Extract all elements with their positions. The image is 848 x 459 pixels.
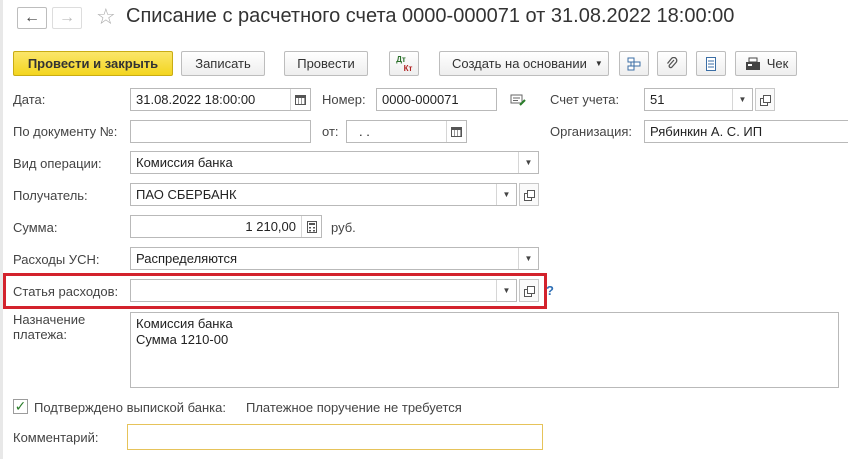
number-edit-icon[interactable] <box>510 93 526 107</box>
comment-label: Комментарий: <box>13 430 99 445</box>
purpose-textarea[interactable]: Комиссия банка Сумма 1210-00 <box>130 312 839 388</box>
from-date-picker-button[interactable] <box>446 121 466 142</box>
calendar-icon <box>451 126 462 137</box>
date-label: Дата: <box>13 92 46 107</box>
amount-value: 1 210,00 <box>245 219 296 234</box>
account-label: Счет учета: <box>550 92 620 107</box>
purpose-label-line-2: платежа: <box>13 327 67 342</box>
cash-register-icon <box>745 57 760 70</box>
purpose-label-line-1: Назначение <box>13 312 86 327</box>
window-edge <box>0 0 3 459</box>
open-form-icon <box>760 94 771 106</box>
paperclip-icon <box>666 56 678 68</box>
expense-item-label: Статья расходов: <box>13 284 119 299</box>
organization-label: Организация: <box>550 124 633 139</box>
currency-label: руб. <box>331 220 356 235</box>
page-title: Списание с расчетного счета 0000-000071 … <box>126 5 735 27</box>
open-form-icon <box>524 189 535 201</box>
amount-label: Сумма: <box>13 220 58 235</box>
structure-button[interactable] <box>619 51 649 76</box>
post-and-close-button[interactable]: Провести и закрыть <box>13 51 173 76</box>
recipient-field[interactable]: ПАО СБЕРБАНК ▼ <box>130 183 517 206</box>
forward-button[interactable]: → <box>52 7 82 29</box>
operation-field[interactable]: Комиссия банка ▼ <box>130 151 539 174</box>
back-arrow-icon: ← <box>24 9 40 26</box>
date-field[interactable]: 31.08.2022 18:00:00 <box>130 88 311 111</box>
by-document-label: По документу №: <box>13 124 118 139</box>
receipt-label: Чек <box>766 56 789 71</box>
dropdown-arrow-icon[interactable]: ▼ <box>518 152 538 173</box>
date-picker-button[interactable] <box>290 89 310 110</box>
amount-field[interactable]: 1 210,00 <box>130 215 322 238</box>
comment-field[interactable] <box>127 424 543 450</box>
from-label: от: <box>322 124 339 139</box>
purpose-line-1: Комиссия банка <box>136 316 233 331</box>
number-field[interactable]: 0000-000071 <box>376 88 497 111</box>
chevron-down-icon: ▼ <box>594 59 603 68</box>
receipt-button[interactable]: Чек <box>735 51 797 76</box>
purpose-line-2: Сумма 1210-00 <box>136 332 229 347</box>
usn-value: Распределяются <box>136 251 238 266</box>
confirmed-checkbox[interactable]: ✓ <box>13 398 28 414</box>
account-field[interactable]: 51 ▼ <box>644 88 753 111</box>
from-date-field[interactable]: . . <box>346 120 467 143</box>
operation-label: Вид операции: <box>13 156 102 171</box>
calculator-icon <box>306 220 317 233</box>
operation-value: Комиссия банка <box>136 155 233 170</box>
dropdown-arrow-icon[interactable]: ▼ <box>496 280 516 301</box>
account-value: 51 <box>650 92 665 107</box>
forward-arrow-icon: → <box>59 9 75 26</box>
save-button[interactable]: Записать <box>181 51 265 76</box>
organization-value: Рябинкин А. С. ИП <box>650 124 763 139</box>
confirmed-label: Подтверждено выпиской банка: <box>34 400 226 415</box>
calculator-button[interactable] <box>301 216 321 237</box>
structure-icon <box>627 57 641 70</box>
usn-field[interactable]: Распределяются ▼ <box>130 247 539 270</box>
post-button[interactable]: Провести <box>284 51 368 76</box>
calendar-icon <box>295 94 306 105</box>
dropdown-arrow-icon[interactable]: ▼ <box>496 184 516 205</box>
dt-kt-button[interactable]: Дт Кт <box>389 51 419 76</box>
open-form-icon <box>524 285 535 297</box>
print-list-icon <box>706 56 716 71</box>
back-button[interactable]: ← <box>17 7 47 29</box>
recipient-label: Получатель: <box>13 188 88 203</box>
checkmark-icon: ✓ <box>14 398 27 414</box>
usn-label: Расходы УСН: <box>13 252 100 267</box>
kt-label: Кт <box>403 63 413 73</box>
attachments-button[interactable] <box>657 51 687 76</box>
number-label: Номер: <box>322 92 366 107</box>
favorite-star-icon[interactable]: ☆ <box>96 4 116 30</box>
payment-order-note: Платежное поручение не требуется <box>246 400 462 415</box>
account-open-button[interactable] <box>755 88 775 111</box>
expense-item-open-button[interactable] <box>519 279 539 302</box>
create-based-on-label: Создать на основании <box>452 56 587 71</box>
date-value: 31.08.2022 18:00:00 <box>136 92 256 107</box>
organization-field[interactable]: Рябинкин А. С. ИП <box>644 120 848 143</box>
dropdown-arrow-icon[interactable]: ▼ <box>732 89 752 110</box>
by-document-field[interactable] <box>130 120 311 143</box>
number-value: 0000-000071 <box>382 92 459 107</box>
expense-item-field[interactable]: ▼ <box>130 279 517 302</box>
help-link[interactable]: ? <box>546 283 554 298</box>
dt-label: Дт <box>396 54 406 64</box>
from-date-value: . . <box>359 124 370 139</box>
recipient-value: ПАО СБЕРБАНК <box>136 187 237 202</box>
create-based-on-button[interactable]: Создать на основании ▼ <box>439 51 609 76</box>
dropdown-arrow-icon[interactable]: ▼ <box>518 248 538 269</box>
recipient-open-button[interactable] <box>519 183 539 206</box>
print-button[interactable] <box>696 51 726 76</box>
